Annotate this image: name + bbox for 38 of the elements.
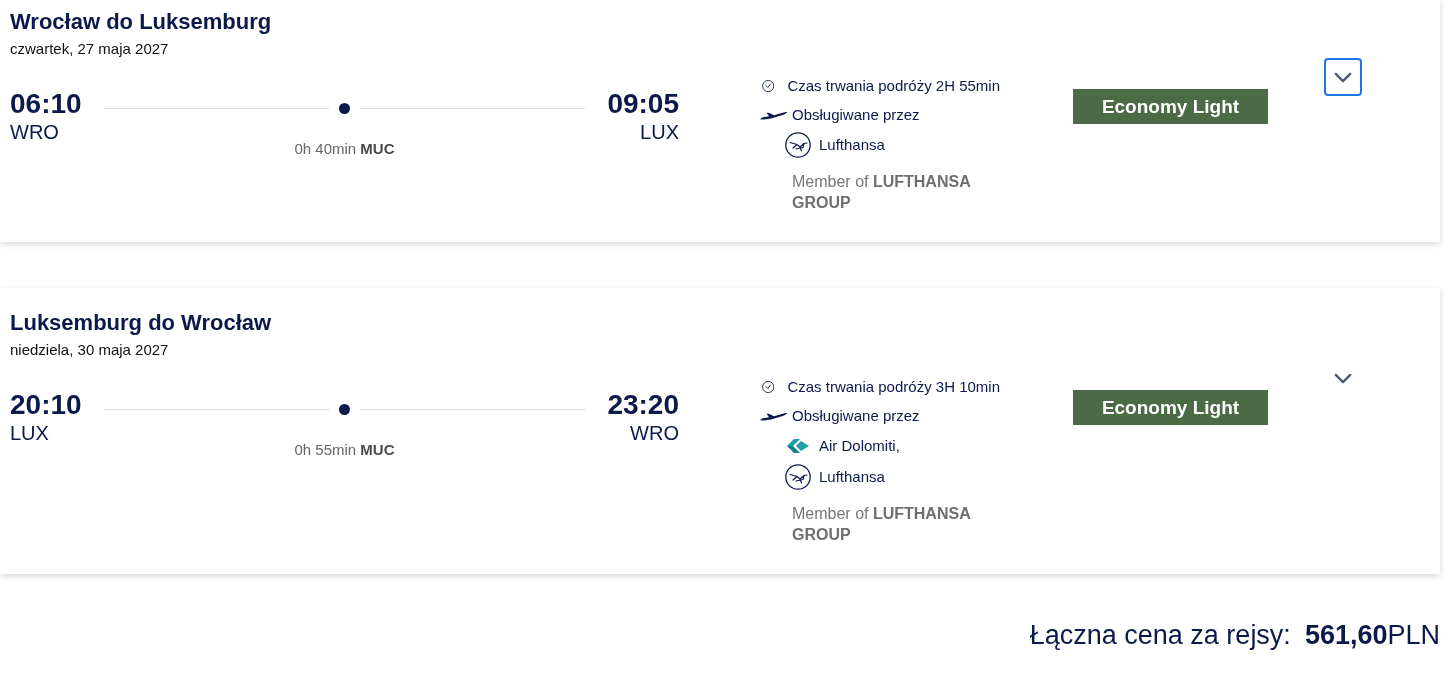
operated-by-label: Obsługiwane przez [792, 106, 920, 124]
stopover-info: 0h 55min MUC [294, 441, 395, 459]
operated-by-label: Obsługiwane przez [792, 407, 920, 425]
travel-duration: Czas trwania podróży 3H 10min [787, 378, 1000, 396]
departure-time: 20:10 [10, 389, 82, 421]
fare-badge: Economy Light [1073, 390, 1268, 425]
chevron-down-icon [1334, 71, 1352, 83]
arrival-time: 09:05 [607, 88, 679, 120]
departure-airport: WRO [10, 120, 59, 144]
flight-date: czwartek, 27 maja 2027 [10, 40, 170, 58]
route-title: Wrocław do Luksemburg [10, 9, 273, 35]
airplane-icon [760, 110, 787, 120]
arrival-airport: WRO [630, 421, 679, 445]
route-title: Luksemburg do Wrocław [10, 310, 273, 336]
arrival-airport: LUX [640, 120, 679, 144]
stopover-info: 0h 40min MUC [294, 140, 395, 158]
airline-name: Air Dolomiti, [819, 437, 900, 455]
flight-date: niedziela, 30 maja 2027 [10, 341, 170, 359]
expand-button[interactable] [1324, 58, 1362, 96]
arrival-time: 23:20 [607, 389, 679, 421]
airline-name: Lufthansa [819, 136, 885, 154]
alliance-note: Member of LUFTHANSA GROUP [791, 172, 972, 213]
alliance-note: Member of LUFTHANSA GROUP [791, 504, 972, 545]
travel-duration: Czas trwania podróży 2H 55min [787, 77, 1000, 95]
bird-in-circle-icon [785, 464, 811, 490]
total-price-amount: 561,60 [1304, 620, 1388, 650]
arrow-logo-icon [787, 439, 809, 453]
departure-airport: LUX [10, 421, 49, 445]
stop-dot-icon [339, 102, 350, 114]
stop-dot-icon [339, 403, 350, 415]
departure-time: 06:10 [10, 88, 82, 120]
bird-in-circle-icon [785, 132, 811, 158]
airline-name: Lufthansa [819, 468, 885, 486]
currency-label: PLN [1387, 620, 1440, 650]
fare-badge: Economy Light [1073, 89, 1268, 124]
chevron-down-icon [1334, 372, 1352, 384]
airplane-icon [760, 411, 787, 421]
total-price-label: Łączna cena za rejsy: [1029, 620, 1291, 650]
